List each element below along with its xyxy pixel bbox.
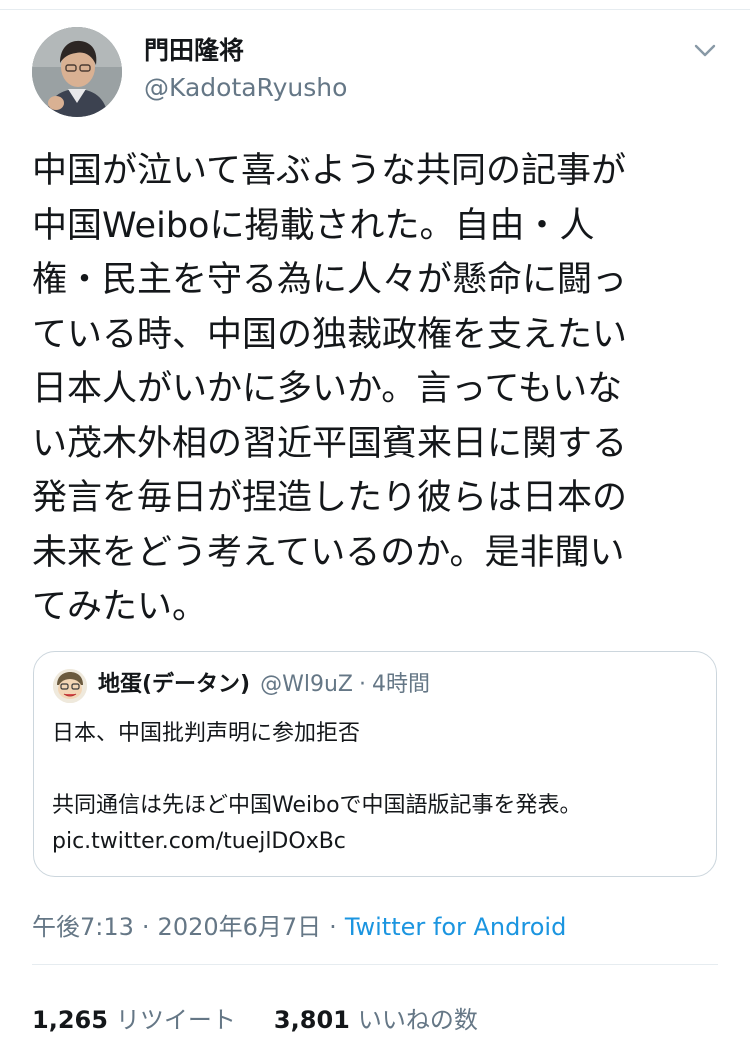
meta-separator: · xyxy=(329,913,337,941)
retweets-stat[interactable]: 1,265 リツイート xyxy=(32,1006,236,1034)
tweet-source-link[interactable]: Twitter for Android xyxy=(345,913,566,941)
tweet-meta: 午後7:13 · 2020年6月7日 · Twitter for Android xyxy=(32,910,566,944)
tweet-text-line: てみたい。 xyxy=(32,587,208,627)
avatar-photo xyxy=(32,27,122,117)
quoted-text-line: 日本、中国批判声明に参加拒否 xyxy=(52,721,361,746)
chevron-down-icon[interactable] xyxy=(690,36,720,66)
likes-count: 3,801 xyxy=(273,1006,350,1034)
likes-label: いいねの数 xyxy=(357,1006,478,1034)
tweet-text-line: い茂木外相の習近平国賓来日に関する xyxy=(32,423,628,464)
quoted-pic-link[interactable]: pic.twitter.com/tuejlDOxBc xyxy=(52,826,346,858)
quoted-tweet-header: 地蛋(データン) @Wl9uZ · 4時間 xyxy=(98,668,430,702)
quoted-timestamp: 4時間 xyxy=(372,672,431,697)
tweet-text-line: 未来をどう考えているのか。是非聞い xyxy=(32,532,625,573)
quoted-author-avatar xyxy=(53,669,87,703)
quoted-author-name: 地蛋(データン) xyxy=(98,672,251,697)
stats-divider xyxy=(32,964,718,965)
quoted-avatar-illustration xyxy=(53,669,87,703)
tweet-text-line: 権・民主を守る為に人々が懸命に闘っ xyxy=(32,260,628,300)
meta-separator: · xyxy=(141,913,150,941)
quoted-separator: · xyxy=(359,672,367,697)
tweet-text-line: 日本人がいかに多いか。言ってもいな xyxy=(32,369,623,409)
tweet-text-line: ている時、中国の独裁政権を支えたい xyxy=(32,314,628,355)
tweet-stats: 1,265 リツイート 3,801 いいねの数 xyxy=(32,1002,478,1038)
author-handle[interactable]: @KadotaRyusho xyxy=(144,72,347,104)
author-avatar[interactable] xyxy=(32,27,122,117)
quoted-author-handle: @Wl9uZ xyxy=(260,672,354,697)
top-divider xyxy=(0,0,750,10)
tweet-text: 中国が泣いて喜ぶような共同の記事が 中国Weiboに掲載された。自由・人 権・民… xyxy=(32,144,722,635)
retweets-count: 1,265 xyxy=(32,1006,108,1034)
author-name[interactable]: 門田隆将 xyxy=(144,36,244,66)
tweet-date[interactable]: 2020年6月7日 xyxy=(158,913,322,941)
retweets-label: リツイート xyxy=(115,1006,236,1034)
tweet-text-line: 中国が泣いて喜ぶような共同の記事が xyxy=(32,151,626,191)
quoted-text-line: 共同通信は先ほど中国Weiboで中国語版記事を発表。 xyxy=(52,793,582,818)
tweet-text-line: 発言を毎日が捏造したり彼らは日本の xyxy=(32,478,628,518)
quoted-tweet-card[interactable]: 地蛋(データン) @Wl9uZ · 4時間 日本、中国批判声明に参加拒否 共同通信は先… xyxy=(33,651,717,877)
likes-stat[interactable]: 3,801 いいねの数 xyxy=(274,1006,478,1034)
tweet-time[interactable]: 午後7:13 xyxy=(32,913,134,941)
tweet-text-line: 中国Weiboに掲載された。自由・人 xyxy=(32,205,595,246)
